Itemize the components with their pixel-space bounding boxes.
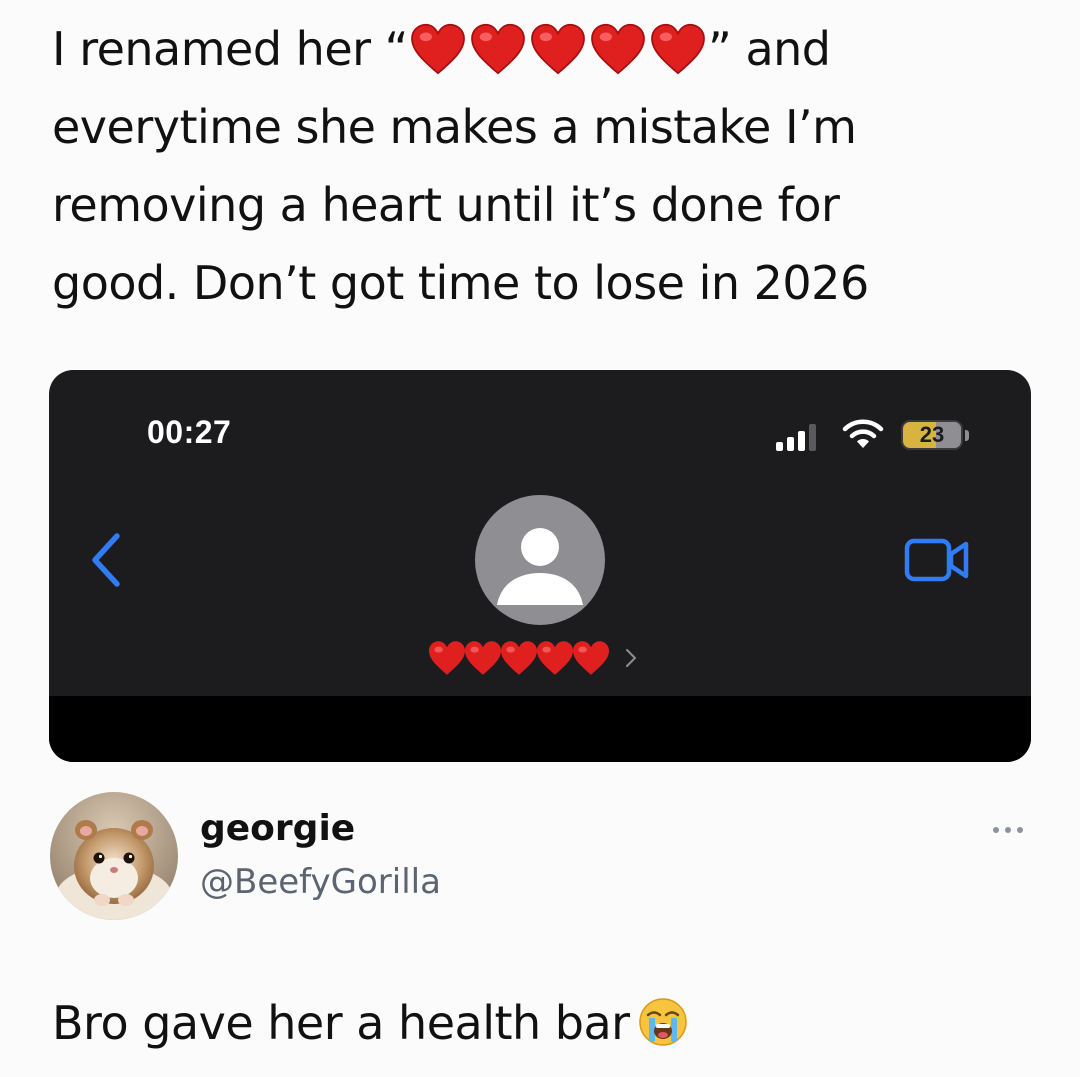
heart-emoji xyxy=(499,640,539,676)
heart-emoji xyxy=(571,640,611,676)
chevron-right-icon xyxy=(626,649,637,667)
loudly-crying-face-emoji xyxy=(638,997,688,1047)
battery-tip xyxy=(965,430,969,441)
heart-emoji xyxy=(530,23,586,75)
quote-line-1-end: ” and xyxy=(708,22,831,76)
phone-screenshot: 00:27 23 xyxy=(49,370,1031,762)
more-options-icon[interactable] xyxy=(990,812,1026,848)
quoted-tweet-text: I renamed her “ ” and everytime she makes… xyxy=(52,10,1042,322)
heart-emoji xyxy=(590,23,646,75)
contact-name[interactable] xyxy=(427,636,637,680)
person-silhouette-icon xyxy=(497,528,583,605)
cellular-signal-icon xyxy=(776,424,816,451)
heart-emoji xyxy=(410,23,466,75)
facetime-video-icon[interactable] xyxy=(904,538,970,582)
quote-line-2: everytime she makes a mistake I’m xyxy=(52,100,857,154)
heart-emoji xyxy=(463,640,503,676)
reply-tweet-text: Bro gave her a health bar xyxy=(52,996,688,1050)
battery-indicator: 23 xyxy=(901,420,963,450)
hamster-avatar-image xyxy=(50,792,178,920)
author-avatar[interactable] xyxy=(50,792,178,920)
heart-emoji xyxy=(650,23,706,75)
author-handle[interactable]: @BeefyGorilla xyxy=(200,862,441,902)
reply-text-content: Bro gave her a health bar xyxy=(52,996,630,1050)
wifi-icon xyxy=(842,419,884,448)
quote-line-3: removing a heart until it’s done for xyxy=(52,178,840,232)
contact-avatar[interactable] xyxy=(475,495,605,625)
chevron-left-icon[interactable] xyxy=(87,530,125,590)
meme-post: I renamed her “ ” and everytime she makes… xyxy=(0,0,1080,1077)
status-bar-time: 00:27 xyxy=(147,414,232,450)
quote-line-1: I renamed her “ ” and xyxy=(52,10,1042,88)
heart-emoji xyxy=(427,640,467,676)
heart-emoji xyxy=(535,640,575,676)
battery-level: 23 xyxy=(919,422,945,447)
heart-emoji xyxy=(470,23,526,75)
quote-line-4: good. Don’t got time to lose in 2026 xyxy=(52,256,869,310)
phone-bottom-bar xyxy=(49,696,1031,762)
quote-line-1-start: I renamed her “ xyxy=(52,22,409,76)
author-display-name[interactable]: georgie xyxy=(200,808,355,849)
